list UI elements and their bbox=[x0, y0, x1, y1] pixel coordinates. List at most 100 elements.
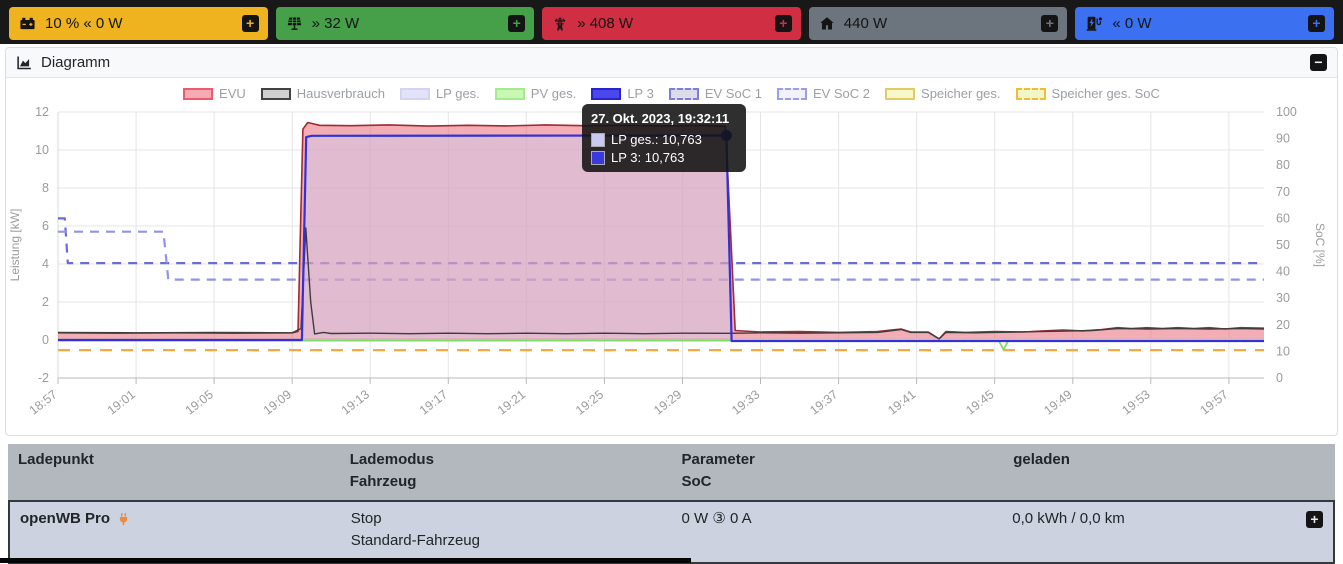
status-box-battery[interactable]: 10 % « 0 W + bbox=[9, 7, 268, 40]
legend-label: LP ges. bbox=[435, 86, 480, 101]
status-box-chargepoint[interactable]: « 0 W + bbox=[1075, 7, 1334, 40]
legend-item-evu[interactable]: EVU bbox=[183, 86, 246, 101]
legend-swatch bbox=[1015, 87, 1046, 100]
svg-text:19:49: 19:49 bbox=[1041, 387, 1074, 417]
svg-text:19:45: 19:45 bbox=[963, 387, 996, 417]
legend-label: Hausverbrauch bbox=[296, 86, 385, 101]
diagram-collapse-button[interactable]: − bbox=[1310, 54, 1327, 71]
header-ladepunkt: Ladepunkt bbox=[18, 451, 94, 468]
status-box-battery-label: 10 % « 0 W bbox=[45, 15, 123, 32]
cell-parameter: 0 W ③ 0 A bbox=[681, 510, 752, 527]
svg-text:19:25: 19:25 bbox=[573, 387, 606, 417]
legend-label: EVU bbox=[219, 86, 246, 101]
svg-text:0: 0 bbox=[42, 333, 49, 347]
svg-text:100: 100 bbox=[1276, 105, 1297, 119]
svg-text:19:17: 19:17 bbox=[417, 387, 450, 417]
diagram-panel: Diagramm − EVU Hausverbrauch LP ges. PV ges… bbox=[5, 47, 1338, 436]
legend-swatch bbox=[260, 87, 291, 100]
solar-panel-icon bbox=[287, 17, 301, 30]
legend-swatch bbox=[591, 87, 622, 100]
svg-text:19:09: 19:09 bbox=[261, 387, 294, 417]
charging-station-icon bbox=[1087, 16, 1103, 31]
chart-area-icon bbox=[17, 56, 31, 70]
window-edge bbox=[0, 558, 691, 563]
svg-text:6: 6 bbox=[42, 219, 49, 233]
legend-label: Speicher ges. SoC bbox=[1051, 86, 1160, 101]
header-lademodus: Lademodus Fahrzeug bbox=[349, 451, 434, 490]
legend-swatch bbox=[885, 87, 916, 100]
chargepoint-table: Ladepunkt Lademodus Fahrzeug Parameter S… bbox=[8, 444, 1335, 564]
car-battery-icon bbox=[20, 17, 35, 30]
home-icon bbox=[820, 17, 834, 30]
status-box-pv[interactable]: » 32 W + bbox=[275, 7, 535, 40]
cell-geladen: 0,0 kWh / 0,0 km bbox=[1012, 510, 1125, 527]
svg-text:10: 10 bbox=[35, 143, 49, 157]
panel-title: Diagramm bbox=[41, 54, 111, 71]
svg-text:19:57: 19:57 bbox=[1197, 387, 1230, 417]
status-box-house[interactable]: 440 W + bbox=[808, 7, 1068, 40]
svg-text:19:01: 19:01 bbox=[105, 387, 138, 417]
legend-label: EV SoC 2 bbox=[812, 86, 871, 101]
svg-text:2: 2 bbox=[42, 295, 49, 309]
legend-label: LP 3 bbox=[627, 86, 654, 101]
diagram-svg[interactable]: 18:57 19:01 19:05 19:09 19:13 19:17 19:21 19:25… bbox=[6, 102, 1338, 430]
grid-add-button[interactable]: + bbox=[774, 15, 792, 32]
legend-label: PV ges. bbox=[530, 86, 577, 101]
chart-area: EVU Hausverbrauch LP ges. PV ges. LP 3 EV SoC… bbox=[6, 78, 1337, 435]
legend-item-lp-3[interactable]: LP 3 bbox=[591, 86, 654, 101]
status-box-grid-label: » 408 W bbox=[577, 15, 634, 32]
table-header-row: Ladepunkt Lademodus Fahrzeug Parameter S… bbox=[8, 444, 1335, 500]
row-expand-button[interactable]: + bbox=[1306, 511, 1323, 528]
status-box-grid[interactable]: » 408 W + bbox=[542, 7, 801, 40]
svg-text:60: 60 bbox=[1276, 211, 1290, 225]
svg-text:19:33: 19:33 bbox=[729, 387, 762, 417]
legend-label: EV SoC 1 bbox=[704, 86, 762, 101]
chart-canvas[interactable]: 18:57 19:01 19:05 19:09 19:13 19:17 19:21 19:25… bbox=[6, 102, 1337, 435]
svg-text:19:41: 19:41 bbox=[885, 387, 918, 417]
svg-text:12: 12 bbox=[35, 105, 49, 119]
legend-item-speicher-ges-[interactable]: Speicher ges. bbox=[885, 86, 1001, 101]
svg-text:50: 50 bbox=[1276, 238, 1290, 252]
svg-text:10: 10 bbox=[1276, 344, 1290, 358]
svg-text:20: 20 bbox=[1276, 318, 1290, 332]
legend-swatch bbox=[399, 87, 430, 100]
table-row[interactable]: openWB Pro Stop Standard-Fahrzeug 0 W ③ … bbox=[8, 500, 1335, 564]
header-parameter: Parameter SoC bbox=[681, 451, 755, 490]
svg-text:19:21: 19:21 bbox=[495, 387, 528, 417]
svg-text:30: 30 bbox=[1276, 291, 1290, 305]
diagram-panel-header: Diagramm − bbox=[6, 48, 1337, 78]
svg-text:90: 90 bbox=[1276, 132, 1290, 146]
svg-text:19:05: 19:05 bbox=[183, 387, 216, 417]
svg-text:19:53: 19:53 bbox=[1119, 387, 1152, 417]
svg-text:19:13: 19:13 bbox=[339, 387, 372, 417]
legend-swatch bbox=[494, 87, 525, 100]
svg-text:80: 80 bbox=[1276, 158, 1290, 172]
plug-icon bbox=[119, 513, 128, 525]
svg-text:19:37: 19:37 bbox=[807, 387, 840, 417]
header-geladen: geladen bbox=[1013, 451, 1070, 468]
svg-text:4: 4 bbox=[42, 257, 49, 271]
pv-add-button[interactable]: + bbox=[508, 15, 526, 32]
battery-add-button[interactable]: + bbox=[241, 15, 259, 32]
status-box-house-label: 440 W bbox=[843, 15, 888, 32]
svg-text:40: 40 bbox=[1276, 265, 1290, 279]
legend-item-pv-ges-[interactable]: PV ges. bbox=[494, 86, 577, 101]
legend-item-ev-soc-2[interactable]: EV SoC 2 bbox=[776, 86, 871, 101]
legend-item-lp-ges-[interactable]: LP ges. bbox=[399, 86, 480, 101]
legend-swatch bbox=[668, 87, 699, 100]
legend-item-ev-soc-1[interactable]: EV SoC 1 bbox=[668, 86, 762, 101]
chargepoint-add-button[interactable]: + bbox=[1307, 15, 1325, 32]
legend-swatch bbox=[776, 87, 807, 100]
cell-lademodus: Stop Standard-Fahrzeug bbox=[350, 510, 480, 549]
svg-text:-2: -2 bbox=[38, 371, 49, 385]
svg-text:SoC [%]: SoC [%] bbox=[1313, 223, 1327, 267]
house-add-button[interactable]: + bbox=[1041, 15, 1059, 32]
legend-item-hausverbrauch[interactable]: Hausverbrauch bbox=[260, 86, 385, 101]
legend-label: Speicher ges. bbox=[921, 86, 1001, 101]
status-box-chargepoint-label: « 0 W bbox=[1112, 15, 1152, 32]
svg-text:0: 0 bbox=[1276, 371, 1283, 385]
status-bar: 10 % « 0 W + » 32 W + » 408 W + 440 W + bbox=[0, 0, 1343, 44]
svg-text:19:29: 19:29 bbox=[651, 387, 684, 417]
svg-text:18:57: 18:57 bbox=[27, 387, 60, 417]
legend-item-speicher-ges-soc[interactable]: Speicher ges. SoC bbox=[1015, 86, 1160, 101]
